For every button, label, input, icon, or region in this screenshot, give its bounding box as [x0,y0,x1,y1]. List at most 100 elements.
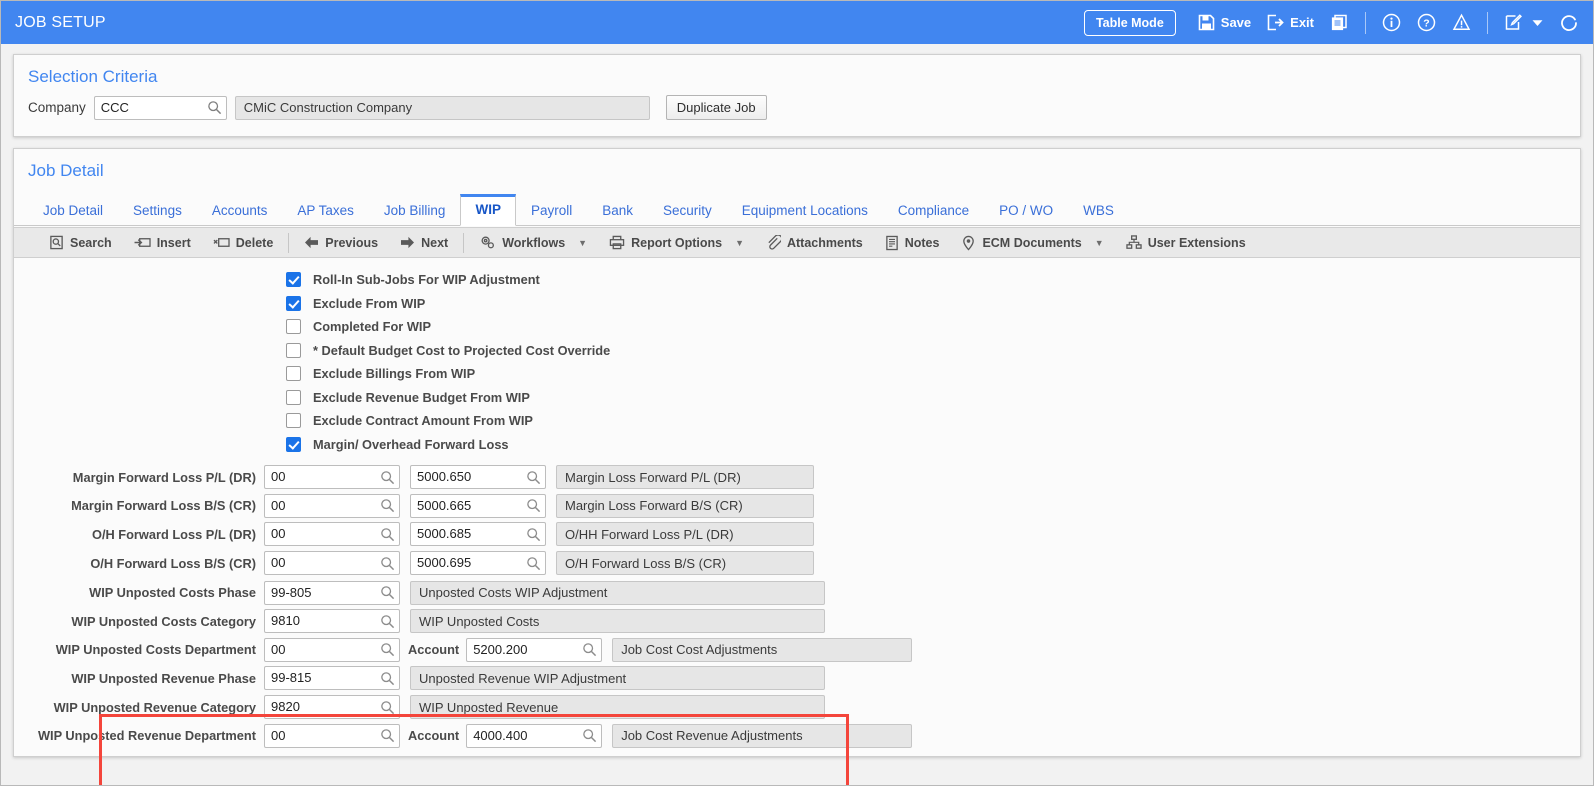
search-icon[interactable] [380,498,395,513]
search-icon[interactable] [526,556,541,571]
tab-bank[interactable]: Bank [587,195,648,226]
action-next[interactable]: Next [389,228,459,257]
search-icon[interactable] [380,527,395,542]
unposted-account-input[interactable]: 5200.200 [466,637,603,662]
search-icon[interactable] [380,470,395,485]
tab-ap-taxes[interactable]: AP Taxes [282,195,369,226]
action-ecm-documents[interactable]: ECM Documents ▼ [950,228,1114,257]
copy-pages-button[interactable] [1322,13,1357,32]
search-icon[interactable] [582,728,597,743]
tab-accounts[interactable]: Accounts [197,195,283,226]
checkbox-completed-for-wip[interactable] [286,319,301,335]
forward-loss-description: O/H Forward Loss B/S (CR) [556,551,814,576]
refresh-button[interactable] [1551,13,1581,33]
search-icon[interactable] [380,700,395,715]
help-button[interactable]: ? [1409,13,1444,32]
search-icon[interactable] [380,671,395,686]
tab-wbs[interactable]: WBS [1068,195,1129,226]
company-code-input[interactable]: CCC [93,95,227,120]
tab-job-detail[interactable]: Job Detail [28,195,118,226]
exit-button[interactable]: Exit [1259,14,1322,31]
tab-payroll[interactable]: Payroll [516,195,587,226]
forward-loss-description: Margin Loss Forward P/L (DR) [556,465,814,490]
action-label: Insert [156,235,191,250]
edit-note-dropdown[interactable] [1532,15,1543,30]
checkbox-exclude-from-wip[interactable] [286,295,301,311]
search-icon[interactable] [526,527,541,542]
action-label: Report Options [631,235,723,250]
tab-po-wo[interactable]: PO / WO [984,195,1068,226]
search-icon[interactable] [380,728,395,743]
search-icon[interactable] [380,585,395,600]
unposted-account-input[interactable]: 4000.400 [466,723,603,748]
action-previous[interactable]: Previous [293,228,389,257]
info-button[interactable] [1374,13,1409,32]
action-workflows[interactable]: Workflows ▼ [468,228,598,257]
forward-loss-account-input[interactable]: 5000.685 [410,522,546,547]
forward-loss-row: O/H Forward Loss B/S (CR) 00 5000.695 O/H F… [14,549,1580,578]
checkbox-row: Exclude From WIP [14,292,1580,316]
unposted-code-value: 9810 [271,613,300,629]
tab-wip[interactable]: WIP [460,194,516,226]
field-label: WIP Unposted Revenue Department [37,728,256,744]
search-icon[interactable] [380,642,395,657]
tab-security[interactable]: Security [648,195,727,226]
tab-compliance[interactable]: Compliance [883,195,984,226]
action-label: Previous [325,235,379,250]
forward-loss-account-value: 5000.650 [417,469,472,485]
unposted-code-input[interactable]: 9820 [264,695,400,720]
action-notes[interactable]: Notes [874,228,951,257]
chevron-down-icon[interactable]: ▼ [578,238,587,248]
checkbox-exclude-contract-amount-from-wip[interactable] [286,413,301,429]
forward-loss-account-input[interactable]: 5000.650 [410,465,546,490]
action-search[interactable]: Search [38,228,123,257]
forward-loss-account-input[interactable]: 5000.665 [410,493,546,518]
action-report-options[interactable]: Report Options ▼ [598,228,755,257]
tab-settings[interactable]: Settings [118,195,197,226]
selection-criteria-title: Selection Criteria [28,67,158,86]
action-attachments[interactable]: Attachments [755,228,874,257]
tab-job-billing[interactable]: Job Billing [369,195,461,226]
chevron-down-icon[interactable]: ▼ [735,238,744,248]
forward-loss-code-input[interactable]: 00 [264,465,400,490]
unposted-code-input[interactable]: 9810 [264,609,400,634]
forward-loss-code-input[interactable]: 00 [264,551,400,576]
action-label: Attachments [786,235,863,250]
warning-triangle-icon [1452,13,1471,32]
unposted-description: WIP Unposted Revenue [410,695,825,720]
search-icon[interactable] [380,556,395,571]
forward-loss-code-input[interactable]: 00 [264,493,400,518]
checkbox-default-budget-cost-to-projected-cost-override[interactable] [286,342,301,358]
unposted-description: WIP Unposted Costs [410,609,825,634]
company-code-value: CCC [100,99,129,115]
checkbox-margin-overhead-forward-loss[interactable] [286,436,301,452]
checkbox-exclude-revenue-budget-from-wip[interactable] [286,389,301,405]
action-user-extensions[interactable]: User Extensions [1115,228,1257,257]
save-button[interactable]: Save [1190,14,1259,31]
action-delete[interactable]: Delete [202,228,285,257]
action-label: Delete [235,235,274,250]
unposted-code-input[interactable]: 00 [264,723,400,748]
search-icon[interactable] [207,100,222,115]
warning-button[interactable] [1444,13,1479,32]
floppy-disk-icon [1198,14,1215,31]
edit-note-button[interactable] [1496,13,1551,32]
search-icon[interactable] [526,498,541,513]
checkbox-exclude-billings-from-wip[interactable] [286,366,301,382]
action-insert[interactable]: Insert [123,228,202,257]
search-icon[interactable] [526,470,541,485]
unposted-code-input[interactable]: 99-815 [264,666,400,691]
search-icon[interactable] [380,614,395,629]
table-mode-button[interactable]: Table Mode [1083,9,1176,36]
forward-loss-code-input[interactable]: 00 [264,522,400,547]
unposted-code-input[interactable]: 00 [264,637,400,662]
tab-equipment-locations[interactable]: Equipment Locations [727,195,883,226]
forward-loss-account-input[interactable]: 5000.695 [410,551,546,576]
duplicate-job-button[interactable]: Duplicate Job [665,95,767,120]
page-title: JOB SETUP [15,13,106,31]
gears-icon [479,235,496,250]
search-icon[interactable] [582,642,597,657]
chevron-down-icon[interactable]: ▼ [1095,238,1104,248]
unposted-code-input[interactable]: 99-805 [264,580,400,605]
checkbox-roll-in-sub-jobs-for-wip-adjustment[interactable] [286,272,301,288]
